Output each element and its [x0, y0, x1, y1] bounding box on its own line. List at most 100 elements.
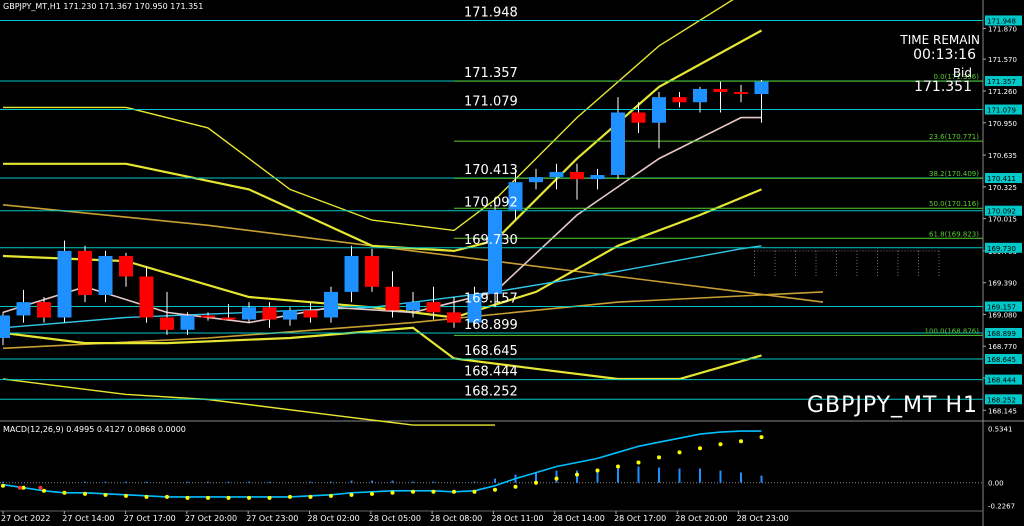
y-tick-label: 170.015	[988, 216, 1017, 224]
candle-body	[426, 302, 441, 313]
cyan-ma-line	[2, 245, 762, 329]
y-tick-label: 171.570	[988, 56, 1017, 64]
x-tick-label: 28 Oct 14:00	[553, 514, 605, 523]
candle-body	[37, 302, 51, 318]
price-level-tag-text: 168.252	[987, 396, 1016, 404]
macd-signal-dot	[390, 490, 395, 495]
candle-body	[221, 317, 236, 320]
price-level-tag-text: 169.157	[987, 304, 1016, 312]
macd-signal-dot	[677, 450, 682, 455]
candle-body	[201, 315, 215, 318]
price-level-tag-text: 168.444	[987, 377, 1016, 385]
price-level-tag-text: 168.899	[987, 330, 1016, 338]
candle-body	[734, 92, 748, 95]
fast-ma-line	[2, 116, 762, 324]
macd-y-tick-label: 0.5341	[988, 426, 1013, 434]
candle-body	[57, 250, 72, 318]
candle-body	[139, 276, 154, 318]
macd-signal-dot	[370, 491, 374, 496]
price-chart[interactable]: 0.0(171.356)23.6(170.771)38.2(170.409)50…	[0, 0, 1024, 526]
candle-body	[78, 250, 92, 295]
x-tick-label: 28 Oct 17:00	[614, 514, 666, 523]
macd-signal-dot	[329, 493, 333, 498]
macd-signal-dot	[206, 495, 210, 500]
fib-level-label: 23.6(170.771)	[929, 133, 979, 141]
price-level-tag-text: 170.092	[987, 208, 1016, 216]
price-level-tag-text: 171.357	[987, 78, 1016, 86]
candle-body	[180, 315, 195, 330]
x-tick-label: 28 Oct 02:00	[308, 514, 360, 523]
y-tick-label: 169.390	[988, 280, 1017, 288]
candle-body	[262, 307, 277, 320]
x-tick-label: 28 Oct 23:00	[737, 514, 789, 523]
price-level-label: 168.899	[464, 318, 518, 333]
lower-outer-band	[2, 378, 495, 426]
price-level-label: 168.252	[464, 384, 518, 399]
macd-signal-dot	[42, 488, 46, 493]
macd-signal-dot	[226, 495, 231, 500]
macd-signal-dot	[165, 494, 169, 499]
candle-body	[119, 256, 133, 277]
macd-signal-dot	[308, 494, 313, 499]
price-level-label: 171.357	[464, 66, 518, 81]
macd-signal-dot	[267, 495, 272, 500]
candle-body	[365, 256, 379, 287]
candle-body	[0, 315, 10, 338]
upper-outer-band	[3, 0, 734, 232]
candle-body	[447, 312, 461, 323]
macd-signal-dot	[698, 446, 702, 451]
macd-signal-dot	[18, 485, 22, 490]
x-tick-label: 27 Oct 23:00	[246, 514, 298, 523]
candle-body	[324, 291, 338, 318]
time-remain-label: TIME REMAIN	[900, 33, 980, 47]
symbol-watermark: GBPJPY_MT H1	[806, 393, 978, 418]
y-tick-label: 170.635	[988, 152, 1017, 160]
macd-signal-dot	[513, 484, 518, 489]
price-level-label: 170.413	[464, 163, 518, 178]
x-tick-label: 28 Oct 20:00	[675, 514, 727, 523]
candle-body	[98, 256, 113, 295]
candle-body	[242, 307, 256, 320]
x-tick-label: 27 Oct 17:00	[124, 514, 176, 523]
macd-signal-dot	[1, 483, 5, 488]
candle-body	[549, 171, 564, 178]
chart-header: GBPJPY_MT,H1 171.230 171.367 170.950 171…	[3, 2, 204, 11]
candle-body	[713, 88, 728, 92]
macd-signal-dot	[288, 494, 292, 499]
macd-signal-dot	[83, 491, 87, 496]
x-tick-label: 28 Oct 05:00	[369, 514, 421, 523]
macd-signal-dot	[62, 490, 67, 495]
bid-value: 171.351	[914, 79, 972, 95]
macd-signal-dot	[575, 472, 579, 477]
y-tick-label: 171.260	[988, 88, 1017, 96]
macd-signal-dot	[124, 493, 128, 498]
candle-body	[590, 175, 605, 180]
x-tick-label: 27 Oct 2022	[1, 514, 50, 523]
macd-signal-dot	[349, 492, 354, 497]
macd-signal-dot	[431, 489, 436, 494]
macd-signal-dot	[718, 442, 723, 447]
y-tick-label: 168.145	[988, 407, 1017, 415]
fib-level-label: 50.0(170.116)	[929, 200, 979, 208]
y-tick-label: 170.325	[988, 184, 1017, 192]
macd-signal-dot	[452, 489, 456, 494]
price-level-label: 168.645	[464, 344, 518, 359]
price-level-tag-text: 171.079	[987, 107, 1016, 115]
macd-signal-dot	[247, 495, 251, 500]
y-tick-label: 171.870	[988, 25, 1017, 33]
macd-signal-dot	[759, 435, 764, 440]
candle-body	[344, 256, 359, 292]
macd-signal-dot	[595, 468, 600, 473]
price-level-label: 170.092	[464, 196, 518, 211]
candle-body	[488, 209, 502, 294]
time-remain-value: 00:13:16	[913, 47, 976, 63]
chart-window[interactable]: { "header": { "symbol_line": "GBPJPY_MT,…	[0, 0, 1024, 526]
candle-body	[631, 112, 646, 123]
macd-signal-dot	[472, 489, 477, 494]
macd-y-tick-label: 0.00	[988, 480, 1004, 488]
macd-signal-dot	[144, 494, 149, 499]
price-level-label: 168.444	[464, 365, 518, 380]
macd-main-line	[2, 430, 762, 498]
macd-signal-dot	[185, 495, 190, 500]
price-level-tag-text: 168.645	[987, 356, 1016, 364]
